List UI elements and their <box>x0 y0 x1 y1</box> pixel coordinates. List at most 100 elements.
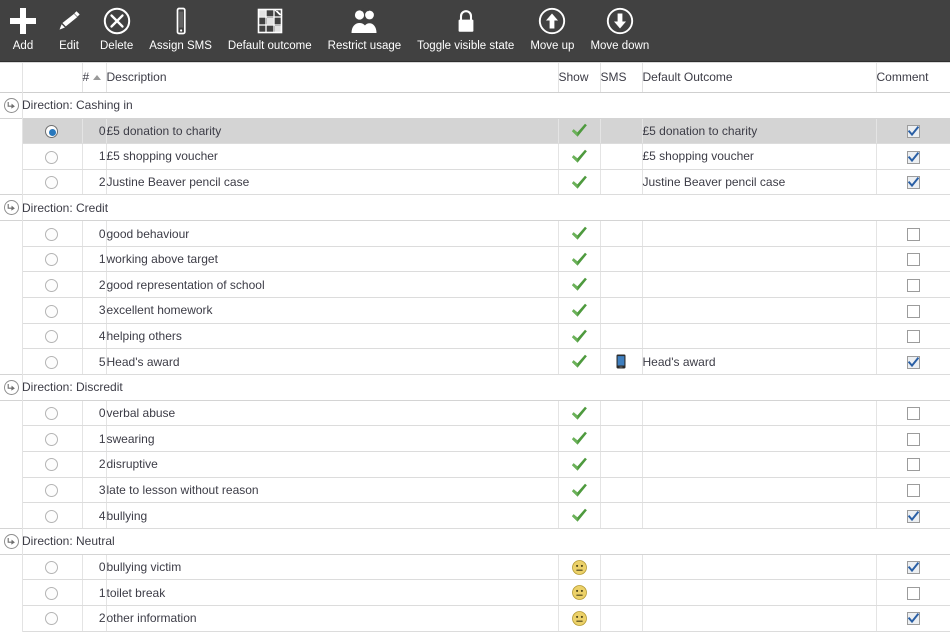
group-expander-cell[interactable] <box>0 91 22 119</box>
table-row[interactable]: 5 Head's award Head's award <box>0 348 950 375</box>
toolbar-button-add[interactable]: Add <box>0 0 46 62</box>
row-radio-button[interactable] <box>45 176 59 190</box>
row-sms-cell[interactable] <box>600 246 643 273</box>
row-sms-cell[interactable] <box>600 220 643 247</box>
table-row[interactable]: 0 £5 donation to charity £5 donation to ch… <box>0 118 950 145</box>
row-show-cell[interactable] <box>558 323 601 350</box>
comment-checkbox[interactable] <box>906 176 920 190</box>
row-show-cell[interactable] <box>558 297 601 324</box>
row-radio-button[interactable] <box>45 586 59 600</box>
row-comment-cell[interactable] <box>876 246 950 273</box>
row-comment-cell[interactable] <box>876 502 950 529</box>
group-expander-cell[interactable] <box>0 373 22 401</box>
group-header-row[interactable]: Direction: Credit <box>0 194 950 222</box>
row-sms-cell[interactable] <box>600 169 643 196</box>
row-sms-cell[interactable] <box>600 400 643 427</box>
comment-checkbox[interactable] <box>906 150 920 164</box>
group-expander-cell[interactable] <box>0 194 22 222</box>
comment-checkbox[interactable] <box>906 124 920 138</box>
group-collapse-icon[interactable] <box>3 380 19 395</box>
row-show-cell[interactable] <box>558 246 601 273</box>
comment-checkbox[interactable] <box>906 278 920 292</box>
row-sms-cell[interactable] <box>600 348 643 375</box>
table-row[interactable]: 4 bullying <box>0 502 950 529</box>
group-header-row[interactable]: Direction: Discredit <box>0 373 950 401</box>
table-row[interactable]: 1 swearing <box>0 425 950 453</box>
row-select-cell[interactable] <box>22 169 83 196</box>
row-radio-button[interactable] <box>45 150 59 164</box>
row-select-cell[interactable] <box>22 323 83 350</box>
row-radio-button[interactable] <box>45 561 59 575</box>
row-comment-cell[interactable] <box>876 271 950 299</box>
row-sms-cell[interactable] <box>600 425 643 453</box>
row-comment-cell[interactable] <box>876 451 950 478</box>
row-show-cell[interactable] <box>558 605 601 632</box>
table-row[interactable]: 1 £5 shopping voucher £5 shopping voucher <box>0 143 950 170</box>
row-select-cell[interactable] <box>22 271 83 299</box>
row-radio-button[interactable] <box>45 253 59 267</box>
table-row[interactable]: 1 working above target <box>0 246 950 273</box>
row-comment-cell[interactable] <box>876 323 950 350</box>
row-select-cell[interactable] <box>22 425 83 453</box>
row-show-cell[interactable] <box>558 477 601 504</box>
row-select-cell[interactable] <box>22 143 83 170</box>
column-header-number[interactable]: # <box>82 63 107 93</box>
row-comment-cell[interactable] <box>876 169 950 196</box>
row-show-cell[interactable] <box>558 118 601 145</box>
column-header-show[interactable]: Show <box>558 63 601 93</box>
table-row[interactable]: 1 toilet break <box>0 579 950 606</box>
row-radio-button[interactable] <box>45 330 59 344</box>
row-comment-cell[interactable] <box>876 605 950 632</box>
row-show-cell[interactable] <box>558 502 601 529</box>
row-comment-cell[interactable] <box>876 143 950 170</box>
row-select-cell[interactable] <box>22 246 83 273</box>
row-select-cell[interactable] <box>22 118 83 145</box>
row-radio-button[interactable] <box>45 509 59 523</box>
table-row[interactable]: 0 verbal abuse <box>0 400 950 427</box>
comment-checkbox[interactable] <box>906 561 920 575</box>
behaviour-types-grid[interactable]: # Description Show SMS Default Outcome C… <box>0 62 950 632</box>
row-sms-cell[interactable] <box>600 477 643 504</box>
table-row[interactable]: 0 good behaviour <box>0 220 950 247</box>
table-row[interactable]: 3 late to lesson without reason <box>0 477 950 504</box>
row-select-cell[interactable] <box>22 220 83 247</box>
row-show-cell[interactable] <box>558 348 601 375</box>
row-comment-cell[interactable] <box>876 118 950 145</box>
toolbar-button-edit[interactable]: Edit <box>46 0 92 62</box>
column-header-sms[interactable]: SMS <box>600 63 643 93</box>
comment-checkbox[interactable] <box>906 304 920 318</box>
row-comment-cell[interactable] <box>876 477 950 504</box>
row-show-cell[interactable] <box>558 554 601 581</box>
row-sms-cell[interactable] <box>600 297 643 324</box>
row-select-cell[interactable] <box>22 451 83 478</box>
toolbar-button-assign-sms[interactable]: Assign SMS <box>141 0 220 62</box>
group-collapse-icon[interactable] <box>3 533 19 549</box>
toolbar-button-toggle-visible-state[interactable]: Toggle visible state <box>409 0 522 62</box>
group-collapse-icon[interactable] <box>3 97 19 113</box>
row-radio-button[interactable] <box>45 612 59 626</box>
row-sms-cell[interactable] <box>600 143 643 170</box>
row-radio-button[interactable] <box>45 304 59 318</box>
comment-checkbox[interactable] <box>906 509 920 523</box>
row-comment-cell[interactable] <box>876 400 950 427</box>
row-radio-button[interactable] <box>45 355 59 369</box>
row-select-cell[interactable] <box>22 297 83 324</box>
row-sms-cell[interactable] <box>600 118 643 145</box>
row-show-cell[interactable] <box>558 169 601 196</box>
row-show-cell[interactable] <box>558 143 601 170</box>
group-header-row[interactable]: Direction: Neutral <box>0 527 950 555</box>
table-row[interactable]: 2 other information <box>0 605 950 632</box>
row-comment-cell[interactable] <box>876 425 950 453</box>
comment-checkbox[interactable] <box>906 612 920 626</box>
row-radio-button[interactable] <box>45 432 59 446</box>
group-collapse-icon[interactable] <box>3 200 19 216</box>
comment-checkbox[interactable] <box>906 253 920 267</box>
row-radio-button[interactable] <box>45 458 59 472</box>
toolbar-button-restrict-usage[interactable]: Restrict usage <box>320 0 410 62</box>
toolbar-button-default-outcome[interactable]: Default outcome <box>220 0 320 62</box>
row-comment-cell[interactable] <box>876 220 950 247</box>
comment-checkbox[interactable] <box>906 330 920 344</box>
row-select-cell[interactable] <box>22 477 83 504</box>
comment-checkbox[interactable] <box>906 484 920 498</box>
row-radio-button[interactable] <box>45 278 59 292</box>
